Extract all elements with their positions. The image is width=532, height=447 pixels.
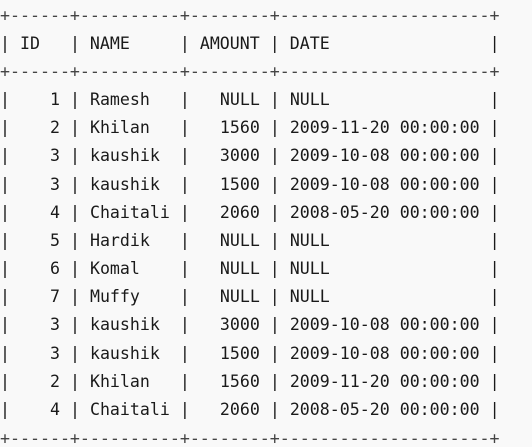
cell-name: Hardik bbox=[89, 230, 150, 250]
cell-amount: NULL bbox=[219, 90, 260, 109]
cell-id: 2 bbox=[49, 118, 60, 138]
cell-amount: 1500 bbox=[219, 174, 260, 194]
table-row: | 1 | Ramesh | NULL | NULL | bbox=[0, 90, 500, 109]
table-row: | 3 | kaushik | 1500 | 2009-10-08 00:00:… bbox=[0, 343, 500, 363]
cell-id: 3 bbox=[49, 174, 60, 194]
cell-id: 3 bbox=[49, 343, 60, 363]
cell-id: 3 bbox=[49, 315, 60, 335]
cell-amount: 1560 bbox=[219, 118, 260, 138]
table-row: | 3 | kaushik | 3000 | 2009-10-08 00:00:… bbox=[0, 315, 500, 335]
table-row: | 2 | Khilan | 1560 | 2009-11-20 00:00:0… bbox=[0, 371, 500, 391]
cell-date: 2008-05-20 00:00:00 bbox=[289, 399, 480, 419]
table-border-top: +------+----------+--------+------------… bbox=[0, 6, 500, 25]
cell-name: Khilan bbox=[89, 371, 150, 391]
header-name: NAME bbox=[89, 34, 130, 53]
cell-amount: 2060 bbox=[219, 202, 260, 222]
table-row: | 6 | Komal | NULL | NULL | bbox=[0, 259, 500, 279]
cell-id: 3 bbox=[49, 146, 60, 166]
cell-amount: 2060 bbox=[219, 399, 260, 419]
table-border-bottom: +------+----------+--------+------------… bbox=[0, 429, 500, 447]
table-header-row: | ID | NAME | AMOUNT | DATE | bbox=[0, 34, 500, 53]
cell-amount: NULL bbox=[219, 230, 260, 250]
cell-amount: 1560 bbox=[219, 371, 260, 391]
cell-id: 4 bbox=[49, 399, 60, 419]
cell-name: kaushik bbox=[89, 146, 160, 166]
cell-id: 4 bbox=[49, 202, 60, 222]
cell-amount: 3000 bbox=[219, 146, 260, 166]
cell-name: Komal bbox=[89, 259, 140, 279]
cell-amount: NULL bbox=[219, 259, 260, 279]
sql-result-table: +------+----------+--------+------------… bbox=[0, 0, 532, 447]
cell-date: 2009-11-20 00:00:00 bbox=[289, 118, 480, 138]
header-id: ID bbox=[19, 34, 40, 53]
table-row: | 5 | Hardik | NULL | NULL | bbox=[0, 230, 500, 250]
cell-name: Chaitali bbox=[89, 202, 170, 222]
table-row: | 4 | Chaitali | 2060 | 2008-05-20 00:00… bbox=[0, 202, 500, 222]
table-row: | 2 | Khilan | 1560 | 2009-11-20 00:00:0… bbox=[0, 118, 500, 138]
cell-name: Ramesh bbox=[89, 90, 150, 109]
cell-amount: NULL bbox=[219, 287, 260, 307]
cell-date: NULL bbox=[289, 90, 330, 109]
cell-name: Khilan bbox=[89, 118, 150, 138]
cell-date: 2009-10-08 00:00:00 bbox=[289, 146, 480, 166]
cell-id: 1 bbox=[49, 90, 60, 109]
cell-name: kaushik bbox=[89, 343, 160, 363]
cell-date: NULL bbox=[289, 259, 330, 279]
cell-id: 6 bbox=[49, 259, 60, 279]
table-row: | 3 | kaushik | 3000 | 2009-10-08 00:00:… bbox=[0, 146, 500, 166]
cell-id: 7 bbox=[49, 287, 60, 307]
cell-amount: 3000 bbox=[219, 315, 260, 335]
cell-id: 5 bbox=[49, 230, 60, 250]
table-row: | 3 | kaushik | 1500 | 2009-10-08 00:00:… bbox=[0, 174, 500, 194]
cell-date: 2008-05-20 00:00:00 bbox=[289, 202, 480, 222]
cell-name: kaushik bbox=[89, 315, 160, 335]
table-border-header: +------+----------+--------+------------… bbox=[0, 62, 500, 81]
cell-date: 2009-10-08 00:00:00 bbox=[289, 315, 480, 335]
cell-id: 2 bbox=[49, 371, 60, 391]
cell-name: Muffy bbox=[89, 287, 140, 307]
cell-amount: 1500 bbox=[219, 343, 260, 363]
cell-date: 2009-10-08 00:00:00 bbox=[289, 174, 480, 194]
header-amount: AMOUNT bbox=[199, 34, 260, 53]
cell-date: 2009-11-20 00:00:00 bbox=[289, 371, 480, 391]
cell-date: NULL bbox=[289, 230, 330, 250]
table-row: | 4 | Chaitali | 2060 | 2008-05-20 00:00… bbox=[0, 399, 500, 419]
cell-date: NULL bbox=[289, 287, 330, 307]
cell-name: Chaitali bbox=[89, 399, 170, 419]
table-row: | 7 | Muffy | NULL | NULL | bbox=[0, 287, 500, 307]
cell-date: 2009-10-08 00:00:00 bbox=[289, 343, 480, 363]
cell-name: kaushik bbox=[89, 174, 160, 194]
header-date: DATE bbox=[289, 34, 330, 53]
